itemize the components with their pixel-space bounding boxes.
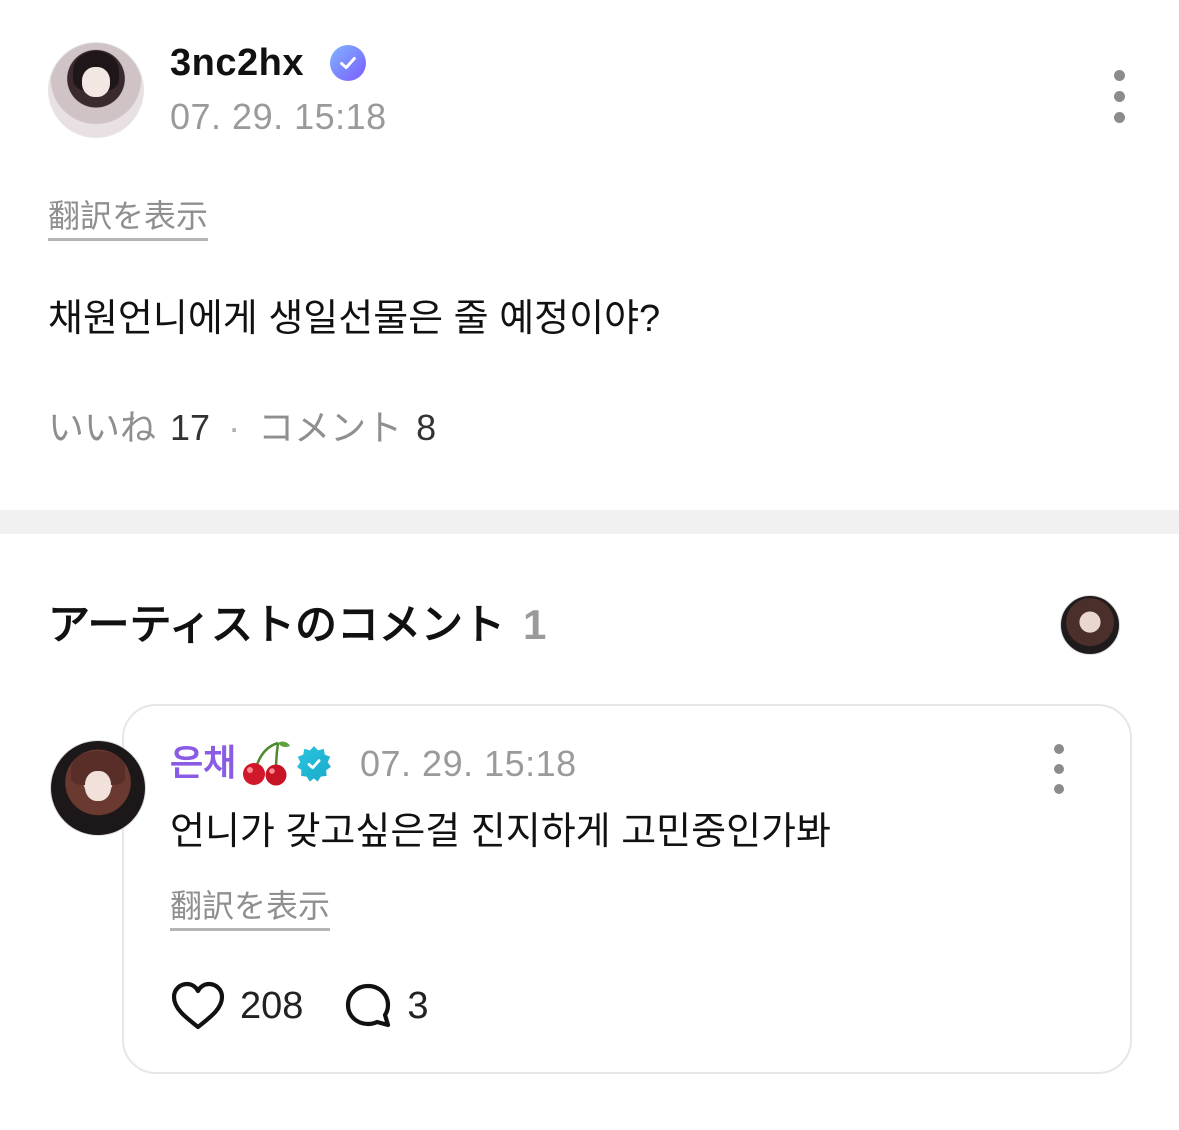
like-count: 208 xyxy=(240,984,304,1027)
comment-actions: 208 3 xyxy=(170,980,429,1032)
post-body-text: 채원언니에게 생일선물은 줄 예정이야? xyxy=(48,298,661,340)
likes-count[interactable]: 17 xyxy=(170,406,210,450)
verified-badge-icon xyxy=(330,45,366,81)
reply-button[interactable]: 3 xyxy=(343,981,429,1031)
artist-comments-title: アーティストのコメント xyxy=(48,601,505,648)
post-timestamp: 07. 29. 15:18 xyxy=(170,96,387,137)
comments-label[interactable]: コメント xyxy=(258,406,402,450)
comment-author-avatar[interactable] xyxy=(50,740,146,836)
comment-more-options-icon[interactable] xyxy=(1052,744,1066,794)
stats-separator: · xyxy=(228,407,241,448)
likes-label[interactable]: いいね xyxy=(48,406,156,450)
reply-count: 3 xyxy=(407,984,429,1027)
comment-author-name[interactable]: 은채 xyxy=(170,740,236,786)
artist-comments-heading: アーティストのコメント 1 xyxy=(48,600,546,650)
artist-comments-count: 1 xyxy=(522,601,547,648)
more-options-icon[interactable] xyxy=(1112,70,1126,123)
post-author-username[interactable]: 3nc2hx xyxy=(170,40,304,86)
cherry-icon xyxy=(243,741,291,786)
comment-translate-link[interactable]: 翻訳を表示 xyxy=(170,886,331,931)
like-button[interactable]: 208 xyxy=(170,980,303,1032)
heart-icon xyxy=(171,981,225,1030)
comment-author-name-row[interactable]: 은채 xyxy=(170,740,292,786)
comment-timestamp: 07. 29. 15:18 xyxy=(360,743,577,784)
artist-avatar-small[interactable] xyxy=(1060,595,1120,655)
comments-count[interactable]: 8 xyxy=(416,406,436,450)
comment-bubble-icon xyxy=(346,983,391,1028)
section-divider xyxy=(0,510,1179,534)
comment-text: 언니가 갖고싶은걸 진지하게 고민중인가봐 xyxy=(170,811,831,853)
post-author-avatar[interactable] xyxy=(48,42,144,138)
post-stats: いいね 17 · コメント 8 xyxy=(48,406,436,450)
post-translate-link[interactable]: 翻訳を表示 xyxy=(48,196,209,241)
